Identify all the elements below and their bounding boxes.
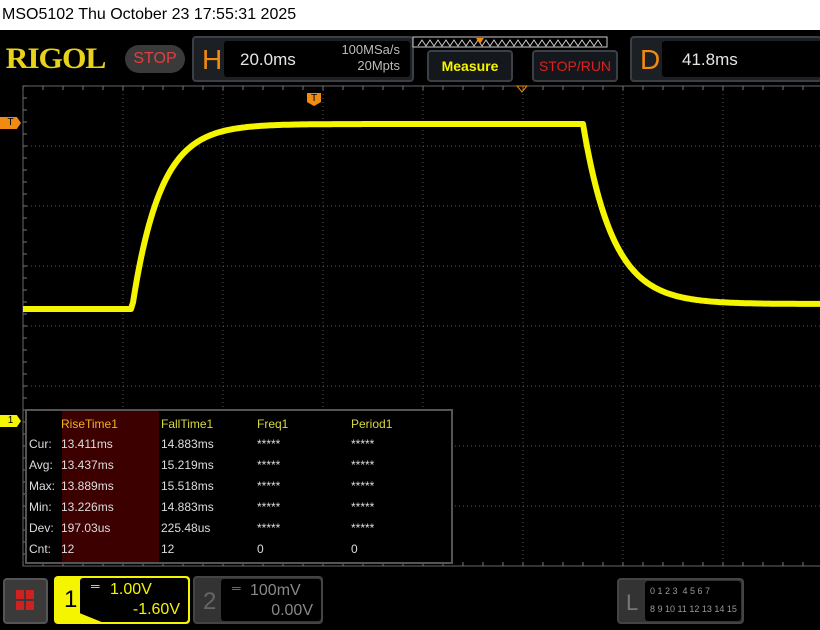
measurement-value: 12 xyxy=(161,542,175,556)
channel-1-offset: -1.60V xyxy=(132,601,180,618)
channel-2-scale: 100mV xyxy=(250,582,301,599)
row-label: Max: xyxy=(29,479,56,493)
measurement-value: ***** xyxy=(257,437,281,451)
measurement-table: RiseTime1 FallTime1 Freq1 Period1 Cur: 13.411… xyxy=(25,409,453,564)
channel-1-trace xyxy=(22,121,820,312)
measurement-value: ***** xyxy=(351,479,375,493)
channel-1-scale: 1.00V xyxy=(110,581,152,598)
column-header: RiseTime1 xyxy=(61,417,118,431)
scope-screen: RIGOL STOP H 20.0ms 100MSa/s 20Mpts Meas… xyxy=(0,30,820,630)
logic-label: L xyxy=(626,590,639,615)
measurement-value: 15.219ms xyxy=(161,458,214,472)
trigger-delay-icon xyxy=(515,85,529,93)
menu-button[interactable] xyxy=(3,578,48,624)
measurement-value: 13.889ms xyxy=(61,479,114,493)
channel-1-number: 1 xyxy=(64,586,78,613)
dc-coupling-icon: ═ xyxy=(232,581,241,595)
ch1-offset-marker[interactable]: 1 xyxy=(0,415,21,427)
row-label: Avg: xyxy=(29,458,53,472)
row-label: Min: xyxy=(29,500,52,514)
measurement-value: ***** xyxy=(351,521,375,535)
dc-coupling-icon: ═ xyxy=(91,579,100,593)
measurement-value: ***** xyxy=(351,437,375,451)
measurement-value: 13.411ms xyxy=(61,437,113,451)
channel-2-number: 2 xyxy=(203,588,217,615)
measurement-value: ***** xyxy=(257,479,281,493)
measurement-value: 14.883ms xyxy=(161,500,214,514)
column-header: Period1 xyxy=(351,417,393,431)
measurement-value: 14.883ms xyxy=(161,437,214,451)
measurement-value: 13.437ms xyxy=(61,458,114,472)
measurement-value: ***** xyxy=(257,458,281,472)
measurement-value: 197.03us xyxy=(61,521,111,535)
measurement-value: 0 xyxy=(257,542,264,556)
channel-2-panel[interactable]: 2 ═ 100mV 0.00V xyxy=(193,576,323,624)
logic-channels-row1: 0 1 2 3 4 5 6 7 xyxy=(650,586,711,596)
measurement-value: 225.48us xyxy=(161,521,211,535)
column-header: Freq1 xyxy=(257,417,289,431)
row-label: Cnt: xyxy=(29,542,52,556)
measurement-value: ***** xyxy=(257,521,281,535)
row-label: Cur: xyxy=(29,437,52,451)
menu-grid-icon xyxy=(16,590,34,610)
column-header: FallTime1 xyxy=(161,417,214,431)
measurement-value: 13.226ms xyxy=(61,500,114,514)
measurement-value: 0 xyxy=(351,542,358,556)
channel-1-panel[interactable]: 1 1.00V -1.60V ═ xyxy=(54,576,190,624)
measurement-value: ***** xyxy=(351,500,375,514)
measurement-value: 15.518ms xyxy=(161,479,214,493)
measurement-value: ***** xyxy=(257,500,281,514)
row-label: Dev: xyxy=(29,521,54,535)
measurement-value: ***** xyxy=(351,458,375,472)
window-title: MSO5102 Thu October 23 17:55:31 2025 xyxy=(0,0,820,30)
channel-2-offset: 0.00V xyxy=(271,602,313,619)
logic-channels-row2: 8 9 10 11 12 13 14 15 xyxy=(650,604,737,614)
trigger-level-marker[interactable]: T xyxy=(0,117,21,129)
logic-panel[interactable]: L 0 1 2 3 4 5 6 7 8 9 10 11 12 13 14 15 xyxy=(617,578,744,624)
measurement-value: 12 xyxy=(61,542,75,556)
